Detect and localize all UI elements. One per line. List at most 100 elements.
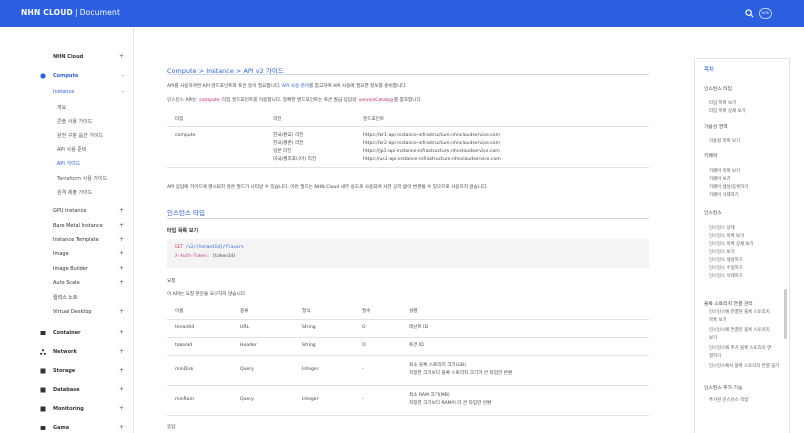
toc-link[interactable]: 키페어 삭제하기 [709,193,739,199]
expand-icon[interactable]: + [119,279,124,286]
toc-link[interactable]: 인스턴스 보기 [709,250,735,256]
sidebar-item[interactable]: Instance - [0,86,134,98]
toc-heading[interactable]: 가용성 영역 [704,125,728,131]
search-icon[interactable] [745,9,754,18]
sidebar-item[interactable]: Network + [0,346,134,358]
sidebar-item[interactable]: Instance Template + [0,234,134,246]
table-row: minDisk Query Integer - 최소 블록 스토리지 크기(GB… [167,355,649,386]
param-kind: Query [232,385,294,416]
expand-icon[interactable]: + [119,348,124,355]
sidebar-item-label: Game [53,425,70,431]
sidebar-item[interactable]: Compute - [0,70,134,82]
sidebar-item[interactable]: API 가이드 [0,157,134,169]
expand-icon[interactable]: + [119,405,124,412]
toc-link[interactable]: 결하기 [709,354,721,360]
toc-link[interactable]: 인스턴스에 연결된 블록 스토리지 [709,328,770,334]
sidebar-item-label: Image Builder [53,266,88,272]
toc-scrollbar[interactable] [784,289,787,339]
sidebar-item[interactable]: NHN Cloud + [0,51,134,63]
sidebar-item[interactable]: Virtual Desktop + [0,306,134,318]
intro-paragraph-2: 인스턴스 API는 compute 타입 엔드포인트를 이용합니다. 정확한 엔… [167,97,422,103]
param-kind: URL [232,319,294,338]
language-selector[interactable]: KOR [759,8,772,19]
expand-icon[interactable]: + [119,250,124,257]
toc-link[interactable]: 인스턴스 삭제하기 [709,274,743,280]
param-name: tenantId [167,319,232,338]
toc-link[interactable]: 키페어 목록 보기 [709,169,740,175]
toc-link[interactable]: 인스턴스 목록 상세 보기 [709,242,754,248]
param-kind: Query [232,355,294,386]
param-desc-line: 최소 블록 스토리지 크기(GB) [409,363,466,368]
expand-icon[interactable]: + [119,265,124,272]
sidebar-item[interactable]: Database + [0,384,134,396]
toc-link[interactable]: 인스턴스 목록 보기 [709,234,744,240]
api-prep-link[interactable]: API 사용 준비 [282,84,309,89]
title-divider [167,74,649,75]
toc-link[interactable]: 인스턴스에 연결된 블록 스토리지 [709,310,770,316]
toc-link[interactable]: 목록 보기 [709,318,727,324]
expand-icon[interactable]: + [119,207,124,214]
sidebar-item[interactable]: Image Builder + [0,263,134,275]
expand-icon[interactable]: + [119,308,124,315]
toc-link[interactable]: 키페어 보기 [709,177,731,183]
expand-icon[interactable]: + [119,329,124,336]
endpoint-url[interactable]: https://us1-api-instance-infrastructure.… [363,156,649,164]
sidebar-item[interactable]: 원격 제출 가이드 [0,186,134,198]
toc-link[interactable]: 보기 [709,336,717,342]
toc-heading[interactable]: 인스턴스 추가 기능 [704,386,742,392]
section-divider [167,218,649,219]
sidebar-item[interactable]: GPU Instance + [0,205,134,217]
param-desc-line: 최소 RAM 크기(MB) [409,393,450,398]
toc-link[interactable]: 인스턴스에 추가 블록 스토리지 연 [709,346,771,352]
expand-icon[interactable]: + [119,53,124,60]
endpoint-url[interactable]: https://kr1-api-instance-infrastructure.… [363,132,649,140]
param-required: - [354,385,401,416]
sidebar-item[interactable]: Monitoring + [0,403,134,415]
sidebar-item-label: Auto Scale [53,280,80,286]
sidebar-item[interactable]: Storage + [0,365,134,377]
region-cell: 한국(평촌) 리전 [273,140,304,146]
endpoint-url[interactable]: https://jp1-api-instance-infrastructure.… [363,148,649,156]
toc-link[interactable]: 타입 목록 보기 [709,101,736,107]
expand-icon[interactable]: + [119,367,124,374]
expand-icon[interactable]: + [119,236,124,243]
expand-icon[interactable]: + [119,222,124,229]
toc-link[interactable]: 인스턴스에서 블록 스토리지 연결 끊기 [709,364,779,370]
sidebar-item[interactable]: Container + [0,327,134,339]
toc-link[interactable]: 키페어 생성/등록하기 [709,185,748,191]
sidebar-item[interactable]: Game + [0,422,134,433]
sidebar-item[interactable]: Terraform 사용 가이드 [0,172,134,184]
toc-heading[interactable]: 블록 스토리지 연결 관리 [704,302,753,308]
intro-text-post: 를 참고하여 API 사용에 필요한 정보를 준비합니다. [309,84,407,89]
monitoring-icon [40,406,46,412]
toc-link[interactable]: 추가된 인스턴스 작업 [709,398,748,404]
toc-link[interactable]: 타입 목록 상세 보기 [709,109,746,115]
expand-icon[interactable]: + [119,424,124,431]
param-name: minRam [167,385,232,416]
toc-heading[interactable]: 인스턴스 [704,211,722,217]
collapse-icon[interactable]: - [122,72,124,79]
sidebar-item[interactable]: Image + [0,248,134,260]
toc-heading[interactable]: 키페어 [704,154,717,160]
sidebar-item[interactable]: 개요 [0,101,134,113]
header-key: X-Auth-Token: [175,254,210,259]
expand-icon[interactable]: + [119,386,124,393]
sidebar-item[interactable]: Bare Metal Instance + [0,220,134,232]
toc-link[interactable]: 가용성 목록 보기 [709,139,740,145]
brand-logo[interactable]: NHN CLOUD | Document [21,8,120,17]
sidebar-item[interactable]: API 사용 준비 [0,143,134,155]
sidebar-item[interactable]: 완전 구분 옵션 가이드 [0,129,134,141]
sidebar-item[interactable]: 릴리스 노트 [0,291,134,303]
toc-link[interactable]: 인스턴스 생성하기 [709,258,743,264]
endpoint-url[interactable]: https://kr2-api-instance-infrastructure.… [363,140,649,148]
intro2-text-mid: 타입 엔드포인트를 이용합니다. 정확한 엔드포인트는 토큰 발급 응답의 [222,98,357,103]
subsection-title: 타입 목록 보기 [167,228,199,234]
sidebar-item[interactable]: 콘솔 사용 가이드 [0,115,134,127]
sidebar-item[interactable]: Auto Scale + [0,277,134,289]
toc-link[interactable]: 인스턴스 수정하기 [709,266,743,272]
section-title: 인스턴스 타입 [167,209,205,217]
toc-heading[interactable]: 인스턴스 타입 [704,87,732,93]
column-header: 설명 [401,304,649,320]
toc-link[interactable]: 인스턴스 상태 [709,226,735,232]
collapse-icon[interactable]: - [122,88,124,95]
